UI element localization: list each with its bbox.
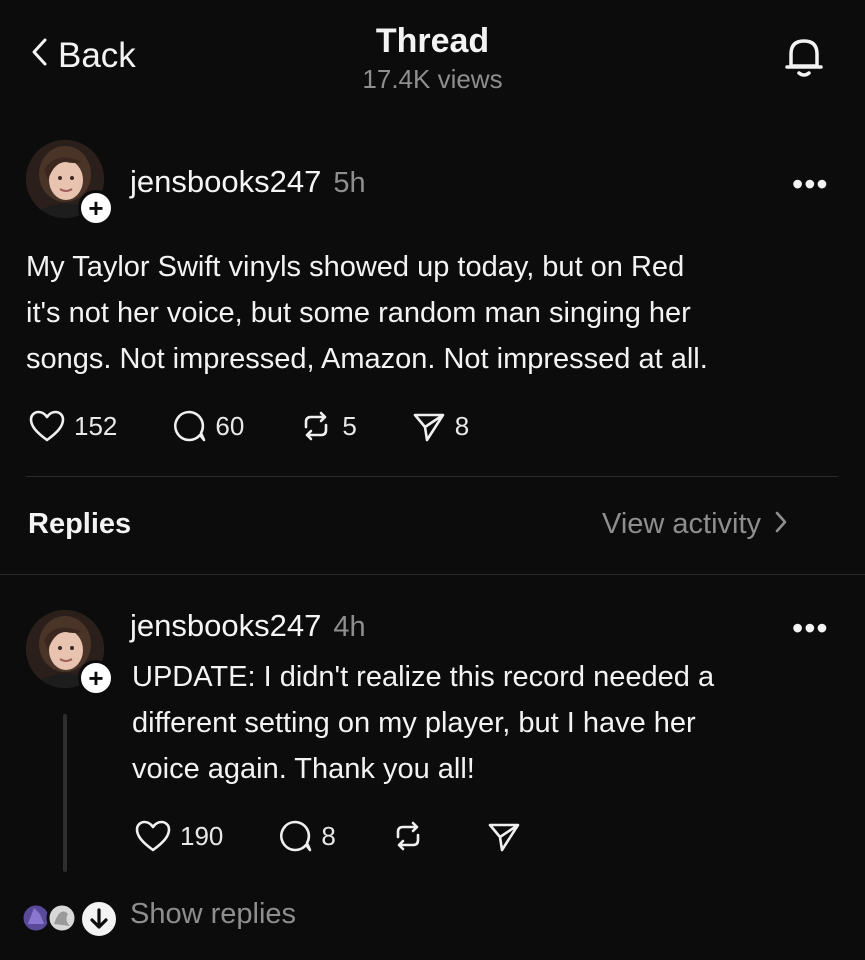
repost-icon — [390, 819, 426, 853]
view-activity-label: View activity — [602, 508, 762, 540]
show-replies-button[interactable]: Show replies — [130, 898, 296, 931]
divider — [0, 574, 865, 575]
repost-count: 5 — [342, 410, 357, 441]
send-icon — [411, 409, 447, 443]
reply-actions: 190 8 — [134, 818, 522, 854]
view-activity-link[interactable]: View activity — [602, 508, 787, 541]
post-body: My Taylor Swift vinyls showed up today, … — [26, 244, 708, 382]
comment-button[interactable]: 60 — [171, 408, 244, 444]
repost-button[interactable]: 5 — [298, 409, 357, 443]
replies-heading: Replies — [28, 508, 132, 540]
view-count: 17.4K views — [362, 64, 503, 94]
thread-connector-line — [63, 714, 67, 872]
comment-button[interactable]: 8 — [277, 818, 336, 854]
arrow-down-icon — [80, 900, 118, 938]
like-button[interactable]: 190 — [134, 819, 223, 853]
share-button[interactable]: 8 — [411, 409, 469, 443]
divider — [26, 476, 838, 477]
comment-icon — [171, 408, 207, 444]
reply-timestamp: 4h — [333, 611, 366, 643]
like-count: 190 — [180, 820, 224, 851]
post-text-line: it's not her voice, but some random man … — [26, 297, 691, 329]
comment-icon — [277, 818, 313, 854]
heart-icon — [28, 409, 66, 443]
post-timestamp: 5h — [333, 167, 366, 199]
reply-text-line: different setting on my player, but I ha… — [132, 707, 696, 739]
page-title: Thread — [375, 22, 490, 60]
post-text-line: My Taylor Swift vinyls showed up today, … — [26, 251, 685, 283]
more-options-icon[interactable]: ••• — [792, 166, 829, 203]
reply-text-line: UPDATE: I didn't realize this record nee… — [132, 661, 715, 693]
reply-text-line: voice again. Thank you all! — [132, 753, 475, 785]
follow-plus-icon[interactable]: + — [78, 660, 114, 696]
chevron-right-icon — [775, 508, 787, 541]
post-username[interactable]: jensbooks247 — [130, 164, 321, 200]
post-text-line: songs. Not impressed, Amazon. Not impres… — [26, 343, 708, 375]
share-button[interactable] — [486, 819, 522, 853]
like-count: 152 — [74, 410, 118, 441]
repost-icon — [298, 409, 334, 443]
comment-count: 8 — [321, 820, 336, 851]
like-button[interactable]: 152 — [28, 409, 117, 443]
heart-icon — [134, 819, 172, 853]
follow-plus-icon[interactable]: + — [78, 190, 114, 226]
reply-username[interactable]: jensbooks247 — [130, 608, 321, 644]
comment-count: 60 — [215, 410, 245, 441]
post-actions: 152 60 5 8 — [28, 408, 469, 444]
repost-button[interactable] — [390, 819, 426, 853]
bell-icon[interactable] — [778, 30, 830, 82]
send-icon — [486, 819, 522, 853]
more-options-icon[interactable]: ••• — [792, 610, 829, 647]
share-count: 8 — [454, 410, 470, 441]
reply-body: UPDATE: I didn't realize this record nee… — [132, 654, 714, 792]
